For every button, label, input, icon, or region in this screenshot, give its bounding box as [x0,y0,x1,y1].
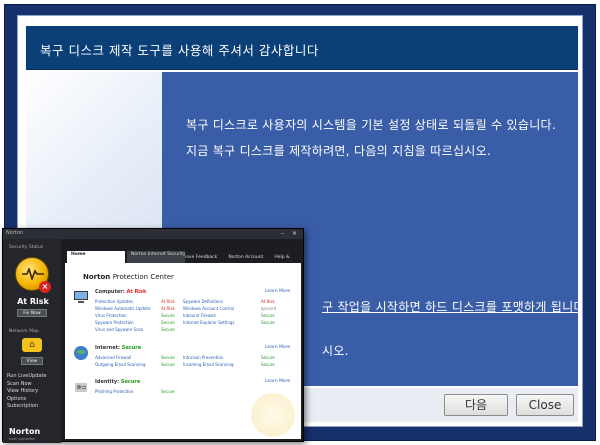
sidebar-link-liveupdate[interactable]: Run LiveUpdate [7,373,47,381]
protection-item-name[interactable]: Virus Protection [95,313,127,318]
protection-item-status: Secure [161,389,175,394]
close-button[interactable]: Close [516,394,574,416]
norton-logo: Norton [9,427,41,436]
network-home-icon: ⌂ [22,338,42,352]
protection-item-status: At Risk [161,299,175,304]
norton-window: Norton – × Security Status × At Risk Fix… [2,228,304,443]
sidebar-link-options[interactable]: Options [7,396,47,404]
protection-item-name[interactable]: Virus and Spyware Scan [95,327,143,332]
network-map-label: Network Map [9,329,39,334]
protection-item-name[interactable]: Incoming Email Scanning [183,362,234,367]
protection-item-name[interactable]: Windows Automatic Update [95,306,150,311]
protection-center-title: Norton Protection Center [83,273,174,281]
norton-title-bar: Norton – × [3,229,303,239]
norton-account-link[interactable]: Norton Account [228,255,263,260]
section-heading: Identity: Secure [95,379,141,385]
protection-item-status: Secure [161,355,175,360]
protection-item-name[interactable]: Spyware Definitions [183,299,223,304]
protection-item-name[interactable]: Protection Updates [95,299,133,304]
section-heading: Computer: At Risk [95,289,147,295]
protection-item-status: At Risk [161,306,175,311]
protection-item-name[interactable]: Windows Account Control [183,306,234,311]
sidebar-links: Run LiveUpdate Scan Now View History Opt… [7,373,47,411]
tab-internet-security[interactable]: Norton Internet Security [127,251,186,263]
section-icon [74,346,88,360]
section-icon [74,291,88,303]
security-status-label: Security Status [9,245,44,250]
sidebar-link-scan-now[interactable]: Scan Now [7,381,47,389]
protection-item-name[interactable]: Spyware Protection [95,320,134,325]
dialog-title: 복구 디스크 제작 도구를 사용해 주셔서 감사합니다 [40,43,319,58]
protection-item-name[interactable]: Advanced Firewall [95,355,131,360]
minimize-icon[interactable]: – [281,230,284,237]
next-button[interactable]: 다음 [444,394,508,416]
section-status: Secure [120,379,141,385]
section-status: Secure [121,345,142,351]
protection-item-status: Secure [161,313,175,318]
norton-sidebar: Security Status × At Risk Fix Now Networ… [3,239,61,443]
warning-line: 구 작업을 시작하면 하드 디스크를 포맷하게 됩니다. [322,300,578,314]
leave-feedback-link[interactable]: Leave Feedback [181,255,217,260]
protection-item-status: Secure [161,320,175,325]
protection-item-status: Secure [161,362,175,367]
dialog-title-bar: 복구 디스크 제작 도구를 사용해 주셔서 감사합니다 [26,26,578,70]
protection-center-panel: Norton Protection Center Computer: At Ri… [65,263,301,439]
protection-item-status: Ignored [261,306,277,311]
section-icon [75,383,87,392]
instruction-line-1: 복구 디스크로 사용자의 시스템을 기본 설정 상태로 되돌릴 수 있습니다. [186,118,557,132]
learn-more-link[interactable]: Learn More [265,345,290,350]
protection-item-status: Secure [261,355,275,360]
learn-more-link[interactable]: Learn More [265,379,290,384]
protection-item-status: Secure [261,320,275,325]
alert-x-icon: × [39,281,51,293]
watermark-icon [251,393,295,437]
protection-item-name[interactable]: Inbound Firewall [183,313,216,318]
protection-item-status: Secure [261,362,275,367]
view-button[interactable]: View [21,357,43,365]
sidebar-link-subscription[interactable]: Subscription [7,403,47,411]
tab-home[interactable]: Home [67,251,125,263]
norton-logo-sub: from symantec [9,437,36,441]
learn-more-link[interactable]: Learn More [265,289,290,294]
norton-window-title: Norton [6,230,24,236]
window-close-icon[interactable]: × [292,230,297,237]
fix-now-button[interactable]: Fix Now [17,309,47,317]
protection-item-name[interactable]: Phishing Protection [95,389,133,394]
section-heading: Internet: Secure [95,345,142,351]
instruction-line-4: 시오. [322,344,349,358]
protection-item-status: Secure [261,313,275,318]
section-status: At Risk [126,289,147,295]
instruction-line-2: 지금 복구 디스크를 제작하려면, 다음의 지침을 따르십시오. [186,144,492,158]
protection-item-name[interactable]: Outgoing Email Scanning [95,362,146,367]
protection-item-status: At Risk [261,299,275,304]
protection-item-status: Secure [161,327,175,332]
protection-item-name[interactable]: Intrusion Prevention [183,355,223,360]
protection-item-name[interactable]: Internet Explorer Settings [183,320,235,325]
sidebar-link-view-history[interactable]: View History [7,388,47,396]
status-text: At Risk [17,297,49,306]
